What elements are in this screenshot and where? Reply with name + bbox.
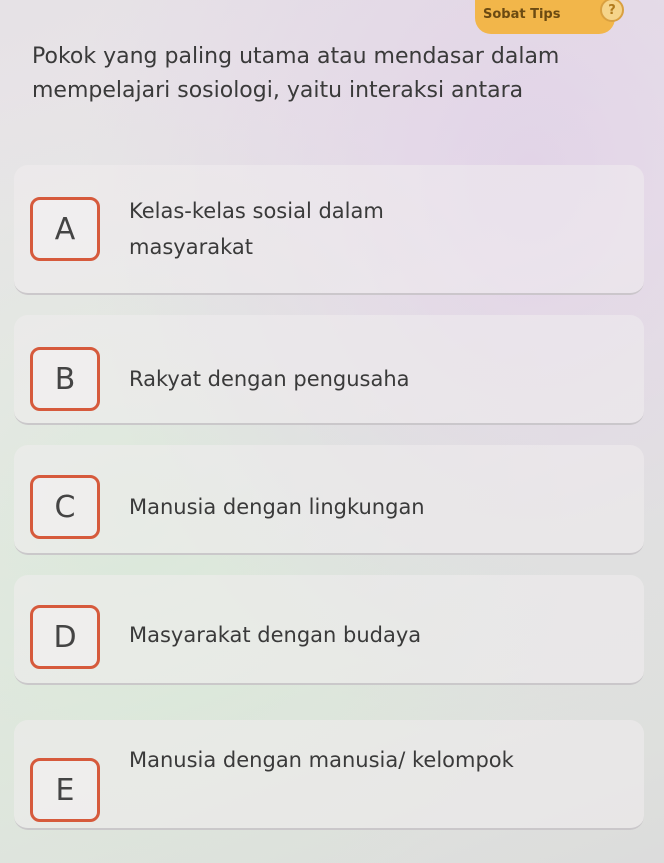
question-text: Pokok yang paling utama atau mendasar da… <box>32 44 560 103</box>
option-text-b: Rakyat dengan pengusaha <box>129 367 410 391</box>
option-letter-d: D <box>30 605 100 669</box>
option-letter-a: A <box>30 197 100 261</box>
option-text-e: Manusia dengan manusia/ kelompok <box>129 748 514 772</box>
option-text-d: Masyarakat dengan budaya <box>129 623 422 647</box>
option-letter-c: C <box>30 475 100 539</box>
help-icon[interactable]: ? <box>600 0 624 22</box>
option-letter-e: E <box>30 758 100 822</box>
option-d[interactable]: D Masyarakat dengan budaya <box>14 575 644 685</box>
option-letter-b: B <box>30 347 100 411</box>
option-c[interactable]: C Manusia dengan lingkungan <box>14 445 644 555</box>
option-e[interactable]: E Manusia dengan manusia/ kelompok <box>14 720 644 830</box>
option-b[interactable]: B Rakyat dengan pengusaha <box>14 315 644 425</box>
option-a[interactable]: A Kelas-kelas sosial dalam masyarakat <box>14 165 644 295</box>
option-text-c: Manusia dengan lingkungan <box>129 495 425 519</box>
sobat-tips-button[interactable]: Sobat Tips <box>475 0 615 34</box>
option-text-a: Kelas-kelas sosial dalam masyarakat <box>129 199 384 259</box>
sobat-tips-label: Sobat Tips <box>483 6 561 22</box>
